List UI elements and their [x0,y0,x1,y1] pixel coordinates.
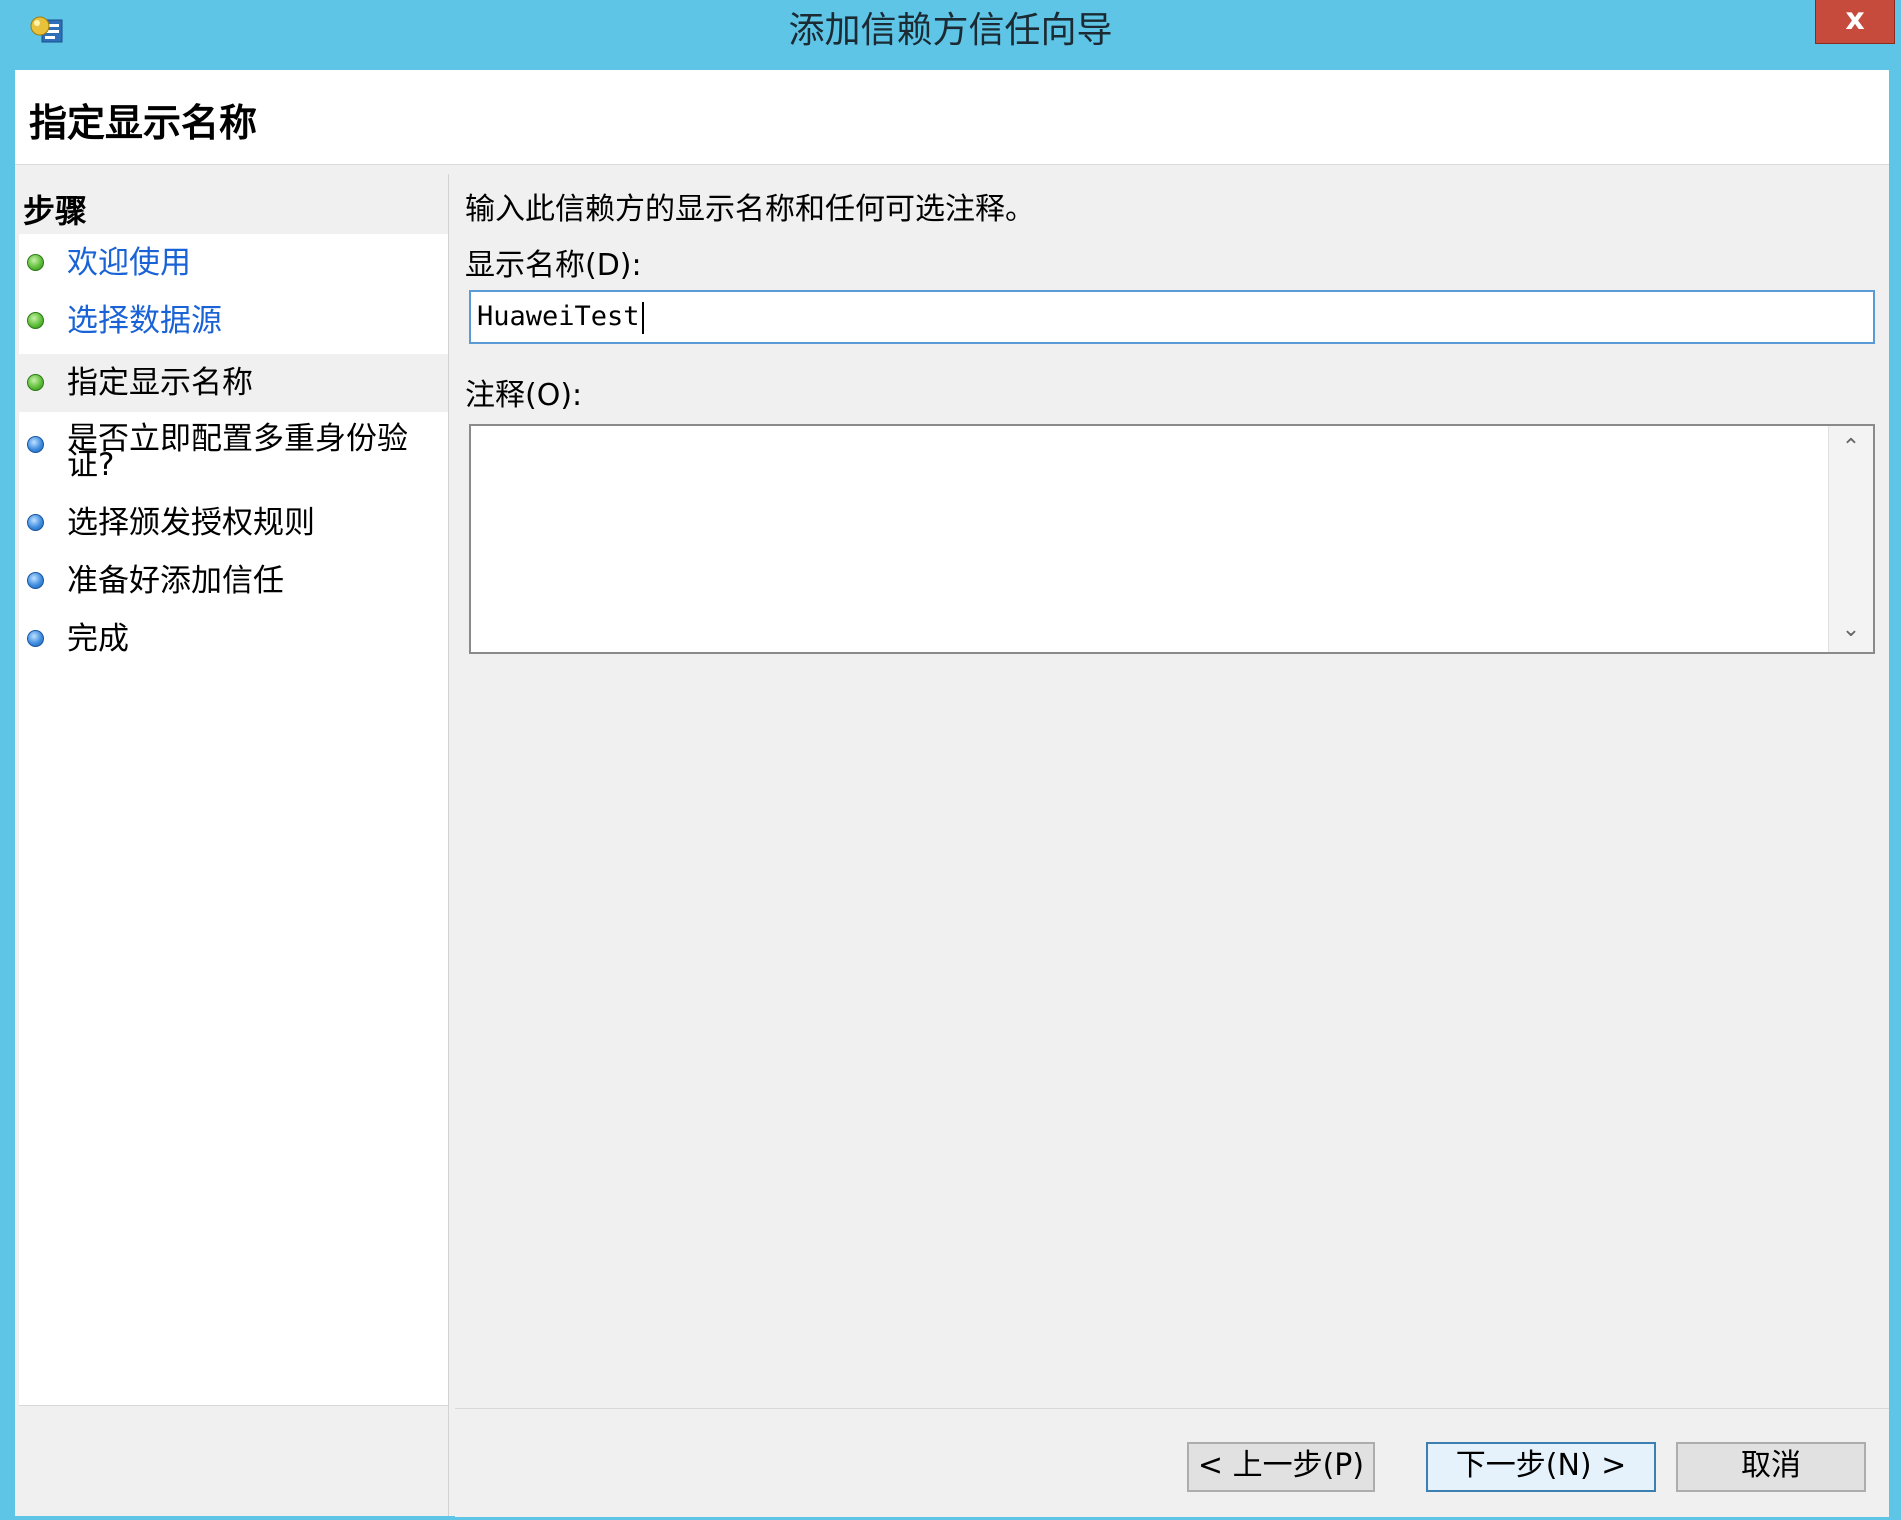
close-button[interactable]: x [1815,0,1895,44]
step-label: 完成 [67,621,129,657]
display-name-value[interactable]: HuaweiTest [477,301,640,332]
title-bar: 添加信赖方信任向导 x [0,0,1901,70]
window-border [0,70,15,1520]
steps-header: 步骤 [19,174,448,234]
intro-text: 输入此信赖方的显示名称和任何可选注释。 [465,192,1035,227]
page-title: 指定显示名称 [29,101,258,145]
steps-title: 步骤 [23,192,88,230]
step-pending-icon [27,514,44,531]
next-button[interactable]: 下一步(N) > [1426,1442,1656,1492]
step-specify-display-name: 指定显示名称 [19,354,448,412]
notes-label: 注释(O): [465,378,583,413]
step-select-data-source[interactable]: 选择数据源 [19,300,448,346]
notes-textarea[interactable]: ⌃ ⌄ [469,424,1875,654]
step-pending-icon [27,630,44,647]
main-content: 输入此信赖方的显示名称和任何可选注释。 显示名称(D): HuaweiTest … [455,174,1889,1516]
step-issuance-rules: 选择颁发授权规则 [19,500,448,546]
step-ready-to-add: 准备好添加信任 [19,558,448,604]
step-label: 是否立即配置多重身份验证? [67,421,408,483]
button-bar: < 上一步(P) 下一步(N) > 取消 [455,1408,1889,1517]
steps-panel: 步骤 欢迎使用 选择数据源 指定显示名称 是否立即配置多重身份验证? 选择颁发授… [19,174,449,1516]
back-button[interactable]: < 上一步(P) [1187,1442,1375,1492]
step-welcome[interactable]: 欢迎使用 [19,242,448,288]
step-complete-icon [27,312,44,329]
step-label: 指定显示名称 [67,365,253,401]
step-complete-icon [27,254,44,271]
chevron-up-icon[interactable]: ⌃ [1829,426,1873,470]
chevron-down-icon[interactable]: ⌄ [1829,608,1873,652]
step-complete-icon [27,374,44,391]
display-name-label: 显示名称(D): [465,248,642,283]
wizard-window: 指定显示名称 步骤 欢迎使用 选择数据源 指定显示名称 是否立即配置多重身份验证… [15,70,1889,1517]
step-pending-icon [27,436,44,453]
steps-footer [19,1405,448,1516]
notes-scrollbar[interactable]: ⌃ ⌄ [1828,426,1873,652]
step-label: 选择颁发授权规则 [67,505,315,541]
step-label: 准备好添加信任 [67,563,284,599]
step-label[interactable]: 欢迎使用 [67,248,447,279]
step-pending-icon [27,572,44,589]
cancel-button[interactable]: 取消 [1676,1442,1866,1492]
display-name-input[interactable]: HuaweiTest [469,290,1875,344]
text-caret [641,301,644,334]
step-label[interactable]: 选择数据源 [67,306,447,337]
wizard-header: 指定显示名称 [15,70,1889,165]
window-title: 添加信赖方信任向导 [788,10,1113,51]
step-finish: 完成 [19,616,448,662]
step-configure-mfa: 是否立即配置多重身份验证? [19,418,448,494]
